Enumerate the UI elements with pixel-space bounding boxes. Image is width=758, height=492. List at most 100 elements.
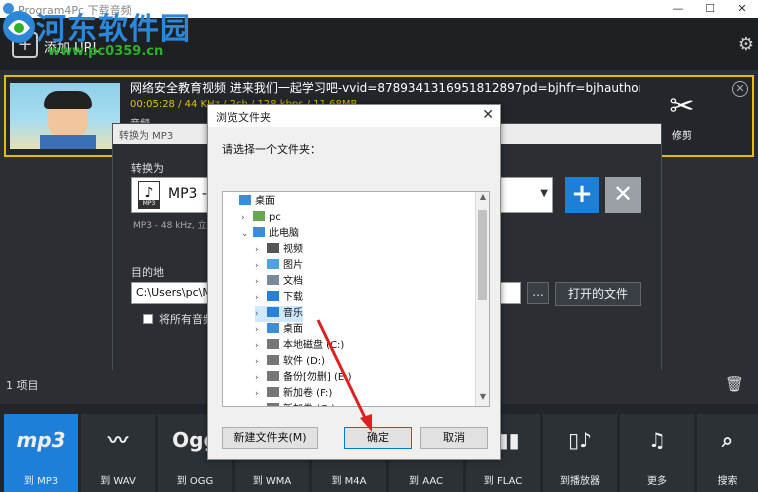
tree-item[interactable]: › 本地磁盘 (C:) <box>255 338 344 354</box>
tree-item-label: 文档 <box>283 276 303 287</box>
disk-icon <box>267 403 279 406</box>
tree-item[interactable]: › 下载 <box>255 290 303 306</box>
tree-item[interactable]: › 软件 (D:) <box>255 354 325 370</box>
chevron-icon[interactable]: › <box>255 386 267 402</box>
mp3-icon: mp3 <box>16 428 66 452</box>
chevron-icon[interactable]: › <box>255 242 267 258</box>
music-notes-icon: ♫ <box>648 428 666 452</box>
tree-scrollbar[interactable]: ▲ ▼ <box>475 192 489 406</box>
desktop-icon <box>267 323 279 333</box>
format-name: MP3 - <box>168 186 207 202</box>
new-folder-button[interactable]: 新建文件夹(M) <box>222 427 318 449</box>
search-icon: ⌕ <box>721 428 734 452</box>
music-file-icon: ♪ MP3 <box>138 181 160 209</box>
browse-button[interactable]: ... <box>527 282 549 304</box>
format-button-label: 搜索 <box>717 476 738 487</box>
chevron-icon[interactable]: › <box>255 322 267 338</box>
cancel-button[interactable]: 取消 <box>420 427 488 449</box>
tree-item-label: 此电脑 <box>269 228 299 239</box>
tree-item-label: 备份[勿删] (E:) <box>283 372 352 383</box>
tree-item[interactable]: › 桌面 <box>255 322 303 338</box>
convert-to-label: 转换为 <box>131 162 164 175</box>
tree-item[interactable]: › 文档 <box>255 274 303 290</box>
format-button-player[interactable]: ▯♪ 到播放器 <box>543 414 617 492</box>
plus-icon: + <box>571 179 593 209</box>
disk-icon <box>267 339 279 349</box>
format-button-wav[interactable]: 〰 到 WAV <box>81 414 155 492</box>
user-icon <box>253 211 265 221</box>
scroll-down-icon[interactable]: ▼ <box>476 392 489 406</box>
disk-icon <box>267 355 279 365</box>
tree-item[interactable]: › pc <box>241 210 281 226</box>
tree-item-label: 下载 <box>283 292 303 303</box>
tree-item[interactable]: ⌄ 此电脑 <box>241 226 299 242</box>
chevron-icon[interactable]: ⌄ <box>241 226 253 242</box>
browse-folder-dialog: 浏览文件夹 ✕ 请选择一个文件夹： ▲ ▼ 桌面 › pc ⌄ 此电脑 › 视频 › 图片 › 文档… <box>207 104 501 460</box>
tree-item-label: 软件 (D:) <box>283 356 326 367</box>
chevron-icon[interactable]: › <box>255 306 267 322</box>
chevron-down-icon: ▼ <box>540 188 548 199</box>
scrollbar-thumb[interactable] <box>478 210 487 300</box>
watermark-site-name: 河东软件园 <box>36 12 191 47</box>
tree-item-label: 图片 <box>283 260 303 271</box>
tree-item-label: 视频 <box>283 244 303 255</box>
tree-item[interactable]: › 新加卷 (F:) <box>255 386 332 402</box>
chevron-icon[interactable]: › <box>255 402 267 406</box>
tree-item[interactable]: › 音乐 <box>255 306 303 322</box>
chevron-icon[interactable]: › <box>255 258 267 274</box>
scroll-up-icon[interactable]: ▲ <box>476 192 489 206</box>
tree-item[interactable]: › 图片 <box>255 258 303 274</box>
format-button-label: 到 FLAC <box>483 476 523 487</box>
chevron-icon[interactable]: › <box>255 274 267 290</box>
window-controls: — ☐ ✕ <box>662 0 758 18</box>
ok-button[interactable]: 确定 <box>344 427 412 449</box>
tree-item-label: 桌面 <box>283 324 303 335</box>
format-button-label: 到 AAC <box>409 476 443 487</box>
music-icon <box>267 307 279 317</box>
chevron-icon[interactable]: › <box>255 370 267 386</box>
format-button-more[interactable]: ♫ 更多 <box>620 414 694 492</box>
folder-tree[interactable]: ▲ ▼ 桌面 › pc ⌄ 此电脑 › 视频 › 图片 › 文档 › 下载 › 音乐 › 桌面 › 本地磁盘 (C:… <box>222 191 490 407</box>
format-button-mp3[interactable]: mp3 到 MP3 <box>4 414 78 492</box>
tree-item[interactable]: › 新加卷 (G:) <box>255 402 335 406</box>
tree-item[interactable]: › 备份[勿删] (E:) <box>255 370 351 386</box>
destination-label: 目的地 <box>131 266 164 279</box>
tree-item[interactable]: 桌面 <box>227 194 275 210</box>
document-icon <box>267 275 279 285</box>
trash-icon[interactable]: 🗑 <box>725 375 744 393</box>
tree-item-label: pc <box>269 212 281 223</box>
format-button-label: 到播放器 <box>560 476 600 487</box>
watermark-url: www.pc0359.cn <box>48 44 164 59</box>
tree-item[interactable]: › 视频 <box>255 242 303 258</box>
format-button-search[interactable]: ⌕ 搜索 <box>697 414 758 492</box>
minimize-icon[interactable]: — <box>662 0 694 18</box>
merge-checkbox[interactable] <box>143 314 153 324</box>
add-preset-button[interactable]: + <box>565 177 599 213</box>
picture-icon <box>267 259 279 269</box>
file-title: 网络安全教育视频 进来我们一起学习吧-vvid=8789341316951812… <box>130 81 640 95</box>
dialog-title: 浏览文件夹 <box>208 105 500 127</box>
merge-checkbox-label: 将所有音频 <box>159 313 214 326</box>
video-thumbnail <box>10 83 120 149</box>
gear-icon[interactable]: ⚙ <box>738 34 754 55</box>
chevron-icon[interactable]: › <box>241 210 253 226</box>
desktop-icon <box>239 195 251 205</box>
chevron-icon[interactable]: › <box>255 354 267 370</box>
close-icon[interactable]: ✕ <box>726 0 758 18</box>
open-folder-button[interactable]: 打开的文件 <box>555 282 641 306</box>
dialog-prompt: 请选择一个文件夹： <box>222 143 321 156</box>
chevron-icon[interactable]: › <box>255 290 267 306</box>
chevron-icon[interactable]: › <box>255 338 267 354</box>
item-count: 1 项目 <box>6 379 39 392</box>
format-button-label: 更多 <box>647 476 667 487</box>
format-button-label: 到 WMA <box>252 476 292 487</box>
remove-item-icon[interactable]: ✕ <box>732 81 748 97</box>
watermark-logo <box>3 11 35 43</box>
tree-item-label: 桌面 <box>255 196 275 207</box>
close-icon[interactable]: ✕ <box>482 107 494 123</box>
phone-icon: ▯♪ <box>568 428 592 452</box>
maximize-icon[interactable]: ☐ <box>694 0 726 18</box>
disk-icon <box>267 371 279 381</box>
tree-item-label: 音乐 <box>283 308 303 319</box>
delete-preset-button[interactable]: ✕ <box>605 177 641 213</box>
